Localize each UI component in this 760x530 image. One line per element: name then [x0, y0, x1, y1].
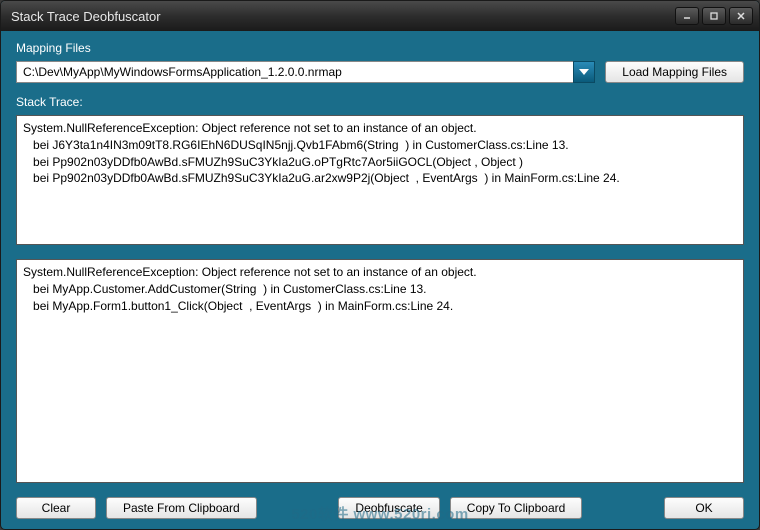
paste-from-clipboard-button[interactable]: Paste From Clipboard	[106, 497, 257, 519]
window-controls	[675, 7, 753, 25]
deobfuscate-button[interactable]: Deobfuscate	[338, 497, 439, 519]
window-title: Stack Trace Deobfuscator	[11, 9, 161, 24]
minimize-button[interactable]	[675, 7, 699, 25]
ok-button[interactable]: OK	[664, 497, 744, 519]
chevron-down-icon	[579, 69, 589, 75]
button-row: Clear Paste From Clipboard Deobfuscate C…	[16, 497, 744, 519]
maximize-button[interactable]	[702, 7, 726, 25]
mapping-path-input[interactable]	[16, 61, 573, 83]
minimize-icon	[682, 11, 692, 21]
app-window: Stack Trace Deobfuscator Mapping Files L…	[0, 0, 760, 530]
mapping-files-label: Mapping Files	[16, 41, 744, 55]
mapping-dropdown-button[interactable]	[573, 61, 595, 83]
load-mapping-files-button[interactable]: Load Mapping Files	[605, 61, 744, 83]
content-area: Mapping Files Load Mapping Files Stack T…	[1, 31, 759, 529]
stack-trace-label: Stack Trace:	[16, 95, 744, 109]
stack-trace-output[interactable]: System.NullReferenceException: Object re…	[16, 259, 744, 483]
stack-trace-input[interactable]: System.NullReferenceException: Object re…	[16, 115, 744, 245]
copy-to-clipboard-button[interactable]: Copy To Clipboard	[450, 497, 583, 519]
mapping-path-combo[interactable]	[16, 61, 595, 83]
close-button[interactable]	[729, 7, 753, 25]
titlebar: Stack Trace Deobfuscator	[1, 1, 759, 31]
close-icon	[736, 11, 746, 21]
mapping-row: Load Mapping Files	[16, 61, 744, 83]
maximize-icon	[709, 11, 719, 21]
clear-button[interactable]: Clear	[16, 497, 96, 519]
